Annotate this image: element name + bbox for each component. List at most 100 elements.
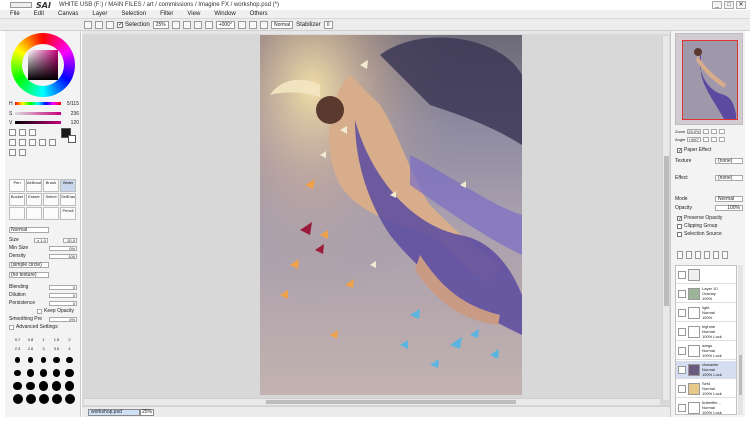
brush-size-preset[interactable]: 0.7: [11, 337, 24, 343]
zoom-field[interactable]: 25%: [152, 20, 169, 29]
new-folder-icon[interactable]: [695, 251, 701, 259]
brush-size-preset[interactable]: [11, 381, 24, 391]
selection-checkbox[interactable]: ✓: [117, 21, 123, 28]
brush-size-preset[interactable]: [11, 394, 24, 404]
menu-edit[interactable]: Edit: [34, 11, 44, 17]
rotate-reset-button[interactable]: [248, 20, 257, 29]
color-wheel[interactable]: [11, 33, 75, 97]
texture-select[interactable]: (none): [715, 157, 743, 164]
layer-row[interactable]: Set4 Normal 100% Lock: [676, 380, 736, 398]
close-button[interactable]: ✕: [736, 1, 746, 9]
brush-size-preset[interactable]: [11, 368, 24, 378]
zoom-reset-button[interactable]: [193, 20, 202, 29]
paper-effect-checkbox[interactable]: ✓: [677, 147, 682, 153]
tool-custom-1[interactable]: [9, 207, 25, 220]
document-tab[interactable]: workshop.psd: [88, 409, 140, 416]
tool-select-eraser[interactable]: SelEras: [60, 193, 76, 206]
selection-source-toggle[interactable]: Selection Source: [677, 231, 722, 237]
brush-size-preset[interactable]: [63, 355, 76, 365]
brush-size-preset[interactable]: [50, 368, 63, 378]
min-size-field[interactable]: 0%: [49, 245, 77, 251]
layer-row[interactable]: highme Normal 100% Lock: [676, 323, 736, 341]
brush-size-preset[interactable]: 3.5: [50, 346, 63, 352]
density-field[interactable]: 100: [49, 253, 77, 259]
layer-mode-select[interactable]: Normal: [715, 195, 743, 202]
clear-layer-icon[interactable]: [722, 251, 728, 259]
selection-source-checkbox[interactable]: [677, 231, 682, 237]
brush-size-preset[interactable]: [37, 368, 50, 378]
tool-pencil[interactable]: Pencil: [60, 207, 76, 220]
brush-size-preset[interactable]: [24, 355, 37, 365]
menu-others[interactable]: Others: [250, 11, 268, 17]
effect-select[interactable]: (none): [715, 174, 743, 181]
brush-size-preset[interactable]: [11, 355, 24, 365]
brush-shape-select[interactable]: (simple circle): [9, 262, 49, 268]
tool-pen[interactable]: Pen: [9, 179, 25, 192]
navigator-view-frame[interactable]: [682, 40, 738, 120]
brush-size-preset[interactable]: [37, 394, 50, 404]
layer-row[interactable]: [676, 266, 736, 284]
brush-size-preset[interactable]: 2.6: [24, 346, 37, 352]
maximize-button[interactable]: □: [724, 1, 734, 9]
size-multiplier-select[interactable]: x 1.0: [33, 237, 48, 243]
redo-button[interactable]: [95, 20, 103, 29]
lasso-icon[interactable]: [19, 129, 26, 136]
brush-size-preset[interactable]: [37, 355, 50, 365]
zoom-out-button[interactable]: [171, 20, 180, 29]
brush-size-preset[interactable]: [50, 394, 63, 404]
rotation-field[interactable]: +000°: [215, 20, 235, 29]
brush-size-preset[interactable]: [50, 381, 63, 391]
navigator-preview[interactable]: [675, 33, 743, 125]
blending-field[interactable]: 0: [49, 284, 77, 290]
layer-row[interactable]: wings Normal 100% Lock: [676, 342, 736, 360]
brush-size-preset[interactable]: 2.3: [11, 346, 24, 352]
navigator-zoom-field[interactable]: 25.0%: [687, 128, 702, 134]
horizontal-scroll-thumb[interactable]: [266, 400, 516, 404]
dilution-field[interactable]: 0: [49, 292, 77, 298]
magic-wand-icon[interactable]: [29, 129, 36, 136]
visibility-eye-icon[interactable]: [678, 270, 686, 279]
advanced-settings-row[interactable]: Advanced Settings: [9, 324, 77, 330]
hand-icon[interactable]: [39, 139, 46, 146]
layer-list-scroll-thumb[interactable]: [739, 355, 742, 395]
menu-window[interactable]: Window: [214, 11, 235, 17]
menu-file[interactable]: File: [10, 11, 20, 17]
smoothing-field[interactable]: 0%: [49, 316, 77, 322]
tool-custom-2[interactable]: [26, 207, 42, 220]
new-layer-icon[interactable]: [677, 251, 683, 259]
layer-row[interactable]: character Normal 100% Lock: [676, 361, 736, 379]
tool-select[interactable]: Select: [43, 193, 59, 206]
move-icon[interactable]: [9, 139, 16, 146]
canvas-horizontal-scrollbar[interactable]: [84, 398, 660, 405]
tool-eraser[interactable]: Eraser: [26, 193, 42, 206]
menu-layer[interactable]: Layer: [92, 11, 107, 17]
menu-filter[interactable]: Filter: [160, 11, 173, 17]
clipping-group-checkbox[interactable]: [677, 223, 682, 229]
merge-down-icon[interactable]: [704, 251, 710, 259]
saturation-value-square[interactable]: [28, 50, 58, 80]
minimize-button[interactable]: _: [712, 1, 722, 9]
delete-layer-icon[interactable]: [713, 251, 719, 259]
navigator-rotate-right-button[interactable]: [711, 136, 718, 142]
brush-size-preset[interactable]: [50, 355, 63, 365]
menu-view[interactable]: View: [187, 11, 200, 17]
brush-size-preset[interactable]: [37, 381, 50, 391]
deselect-button[interactable]: [106, 20, 114, 29]
preserve-opacity-toggle[interactable]: ✓ Preserve Opacity: [677, 215, 722, 221]
tool-brush[interactable]: Brush: [43, 179, 59, 192]
zoom-in-button[interactable]: [182, 20, 191, 29]
visibility-eye-icon[interactable]: [678, 365, 686, 374]
clipping-group-toggle[interactable]: Clipping Group: [677, 223, 717, 229]
tool-airbrush[interactable]: AirBrush: [26, 179, 42, 192]
brush-size-preset[interactable]: [63, 394, 76, 404]
brush-mode-select[interactable]: Normal: [9, 227, 49, 233]
brush-size-preset[interactable]: 2: [63, 337, 76, 343]
visibility-eye-icon[interactable]: [678, 403, 686, 412]
vertical-scroll-thumb[interactable]: [664, 156, 669, 306]
menu-canvas[interactable]: Canvas: [58, 11, 78, 17]
artwork-canvas[interactable]: [260, 35, 522, 395]
saturation-slider[interactable]: [15, 112, 61, 115]
transparent-color-icon[interactable]: [19, 149, 26, 156]
brush-size-preset[interactable]: 3: [37, 346, 50, 352]
visibility-eye-icon[interactable]: [678, 384, 686, 393]
